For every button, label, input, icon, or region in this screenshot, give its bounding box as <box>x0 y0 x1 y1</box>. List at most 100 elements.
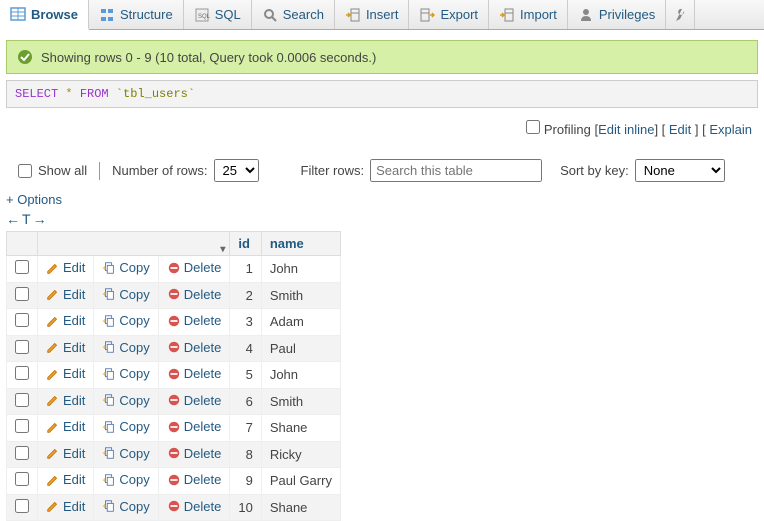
table-row: EditCopyDelete9Paul Garry <box>7 468 341 495</box>
sort-asc-icon[interactable]: ← <box>6 211 20 227</box>
edit-action[interactable]: Edit <box>46 499 85 514</box>
copy-action[interactable]: Copy <box>102 287 149 302</box>
delete-icon <box>167 367 181 381</box>
cell-name: Smith <box>261 388 340 415</box>
sort-desc-icon[interactable]: → <box>33 211 47 227</box>
edit-action[interactable]: Edit <box>46 287 85 302</box>
delete-action[interactable]: Delete <box>167 313 222 328</box>
show-all-checkbox[interactable] <box>18 164 32 178</box>
delete-label: Delete <box>184 472 222 487</box>
delete-label: Delete <box>184 313 222 328</box>
structure-icon <box>99 7 115 23</box>
copy-action[interactable]: Copy <box>102 366 149 381</box>
edit-action[interactable]: Edit <box>46 313 85 328</box>
check-icon <box>17 49 33 65</box>
tab-more[interactable] <box>666 0 695 29</box>
pencil-icon <box>46 340 60 354</box>
edit-label: Edit <box>63 260 85 275</box>
copy-label: Copy <box>119 393 149 408</box>
copy-icon <box>102 261 116 275</box>
delete-icon <box>167 499 181 513</box>
row-checkbox[interactable] <box>15 287 29 301</box>
edit-action[interactable]: Edit <box>46 340 85 355</box>
tab-sql[interactable]: SQL SQL <box>184 0 252 29</box>
cell-name: Shane <box>261 415 340 442</box>
col-name[interactable]: name <box>261 232 340 256</box>
edit-link[interactable]: Edit <box>669 122 691 137</box>
explain-link[interactable]: Explain <box>709 122 752 137</box>
num-rows-label: Number of rows: <box>112 163 207 178</box>
row-checkbox[interactable] <box>15 393 29 407</box>
tab-privileges[interactable]: Privileges <box>568 0 666 29</box>
delete-action[interactable]: Delete <box>167 419 222 434</box>
cell-name: John <box>261 256 340 283</box>
row-checkbox[interactable] <box>15 446 29 460</box>
copy-action[interactable]: Copy <box>102 419 149 434</box>
copy-action[interactable]: Copy <box>102 499 149 514</box>
edit-action[interactable]: Edit <box>46 419 85 434</box>
copy-icon <box>102 446 116 460</box>
col-id[interactable]: id <box>230 232 261 256</box>
options-toggle[interactable]: + Options <box>0 188 764 211</box>
sort-key-select[interactable]: None <box>635 159 725 182</box>
copy-action[interactable]: Copy <box>102 472 149 487</box>
delete-action[interactable]: Delete <box>167 499 222 514</box>
table-row: EditCopyDelete3Adam <box>7 309 341 336</box>
edit-action[interactable]: Edit <box>46 472 85 487</box>
delete-label: Delete <box>184 393 222 408</box>
row-checkbox[interactable] <box>15 366 29 380</box>
filter-input[interactable] <box>370 159 542 182</box>
row-checkbox[interactable] <box>15 419 29 433</box>
copy-action[interactable]: Copy <box>102 340 149 355</box>
delete-label: Delete <box>184 260 222 275</box>
copy-icon <box>102 314 116 328</box>
top-tabs: Browse Structure SQL SQL Search Insert E… <box>0 0 764 30</box>
delete-action[interactable]: Delete <box>167 260 222 275</box>
delete-action[interactable]: Delete <box>167 340 222 355</box>
cell-id: 8 <box>230 441 261 468</box>
show-all-label[interactable]: Show all <box>38 163 87 178</box>
row-checkbox[interactable] <box>15 499 29 513</box>
tab-structure[interactable]: Structure <box>89 0 184 29</box>
row-checkbox[interactable] <box>15 313 29 327</box>
copy-action[interactable]: Copy <box>102 313 149 328</box>
edit-action[interactable]: Edit <box>46 393 85 408</box>
edit-inline-link[interactable]: Edit inline <box>598 122 654 137</box>
table-row: EditCopyDelete10Shane <box>7 494 341 521</box>
tab-search[interactable]: Search <box>252 0 335 29</box>
edit-action[interactable]: Edit <box>46 446 85 461</box>
delete-action[interactable]: Delete <box>167 366 222 381</box>
copy-action[interactable]: Copy <box>102 446 149 461</box>
col-actions[interactable] <box>38 232 230 256</box>
pencil-icon <box>46 420 60 434</box>
cell-id: 10 <box>230 494 261 521</box>
tab-import[interactable]: Import <box>489 0 568 29</box>
row-checkbox[interactable] <box>15 340 29 354</box>
cell-name: Paul <box>261 335 340 362</box>
cell-id: 1 <box>230 256 261 283</box>
sort-text-icon[interactable]: T <box>22 211 31 227</box>
num-rows-select[interactable]: 25 <box>214 159 259 182</box>
delete-action[interactable]: Delete <box>167 446 222 461</box>
edit-label: Edit <box>63 419 85 434</box>
delete-action[interactable]: Delete <box>167 393 222 408</box>
tab-label: Import <box>520 7 557 22</box>
tab-browse[interactable]: Browse <box>0 0 89 30</box>
tab-label: Insert <box>366 7 399 22</box>
copy-action[interactable]: Copy <box>102 393 149 408</box>
edit-action[interactable]: Edit <box>46 260 85 275</box>
row-checkbox[interactable] <box>15 472 29 486</box>
delete-action[interactable]: Delete <box>167 287 222 302</box>
results-table: id name Edit Copy Delete 1John Edit Copy Delet… <box>6 231 341 521</box>
delete-label: Delete <box>184 419 222 434</box>
profiling-label[interactable]: Profiling <box>544 122 591 137</box>
table-row: EditCopyDelete7Shane <box>7 415 341 442</box>
edit-action[interactable]: Edit <box>46 366 85 381</box>
copy-action[interactable]: Copy <box>102 260 149 275</box>
row-checkbox[interactable] <box>15 260 29 274</box>
profiling-checkbox[interactable] <box>526 120 540 134</box>
tab-insert[interactable]: Insert <box>335 0 410 29</box>
cell-id: 9 <box>230 468 261 495</box>
delete-action[interactable]: Delete <box>167 472 222 487</box>
tab-export[interactable]: Export <box>409 0 489 29</box>
